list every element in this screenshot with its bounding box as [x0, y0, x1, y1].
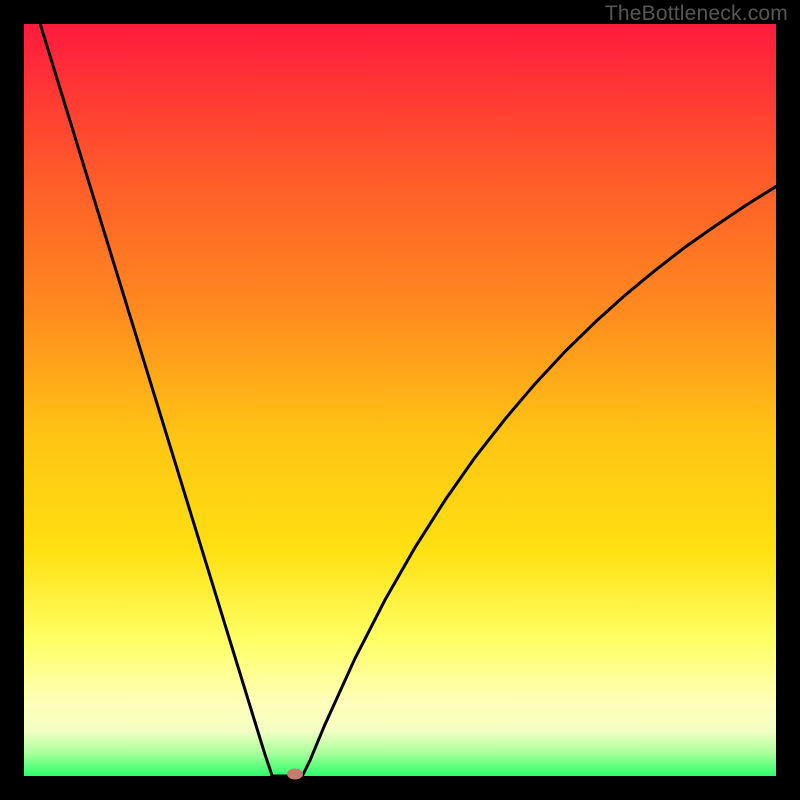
minimum-marker [287, 769, 303, 780]
chart-frame: TheBottleneck.com [0, 0, 800, 800]
bottleneck-curve [24, 24, 776, 776]
watermark-text: TheBottleneck.com [605, 2, 788, 26]
